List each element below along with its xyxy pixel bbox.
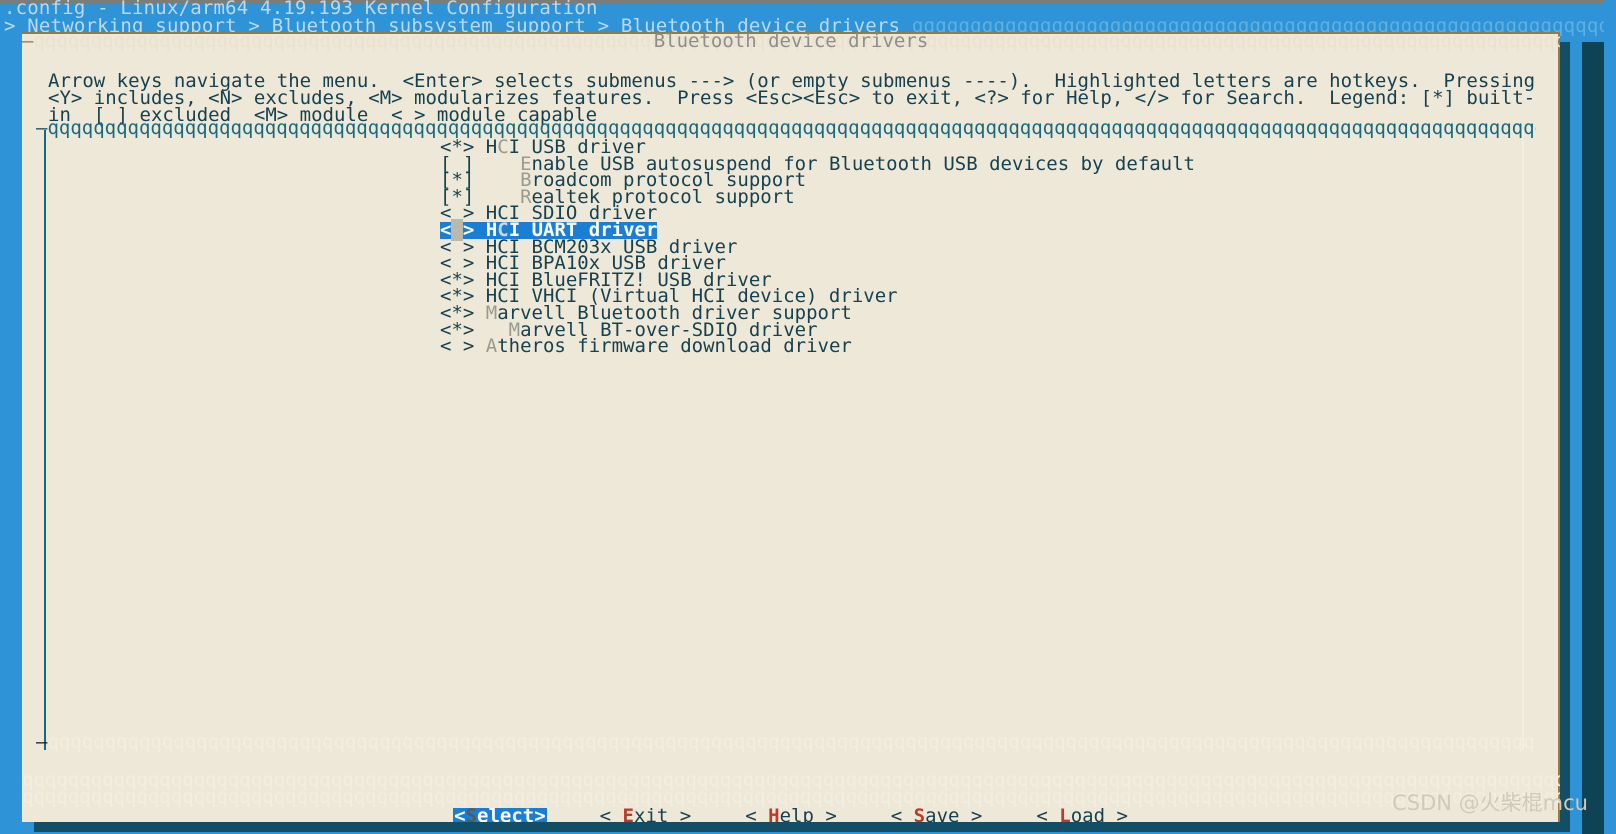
button-hotkey: E [622,805,634,823]
button-hotkey: S [913,805,926,823]
menu-box: —qqqqqqqqqqqqqqqqqqqqqqqqqqqqqqqqqqqqqqq… [36,120,1536,754]
button-close-bracket: > [1105,805,1128,823]
dialog-shadow-right [1582,42,1604,834]
button-close-bracket: > [813,805,837,823]
kernel-menuconfig-screen: .config - Linux/arm64 4.19.193 Kernel Co… [0,0,1616,834]
menu-item-label: theros firmware download driver [497,335,852,358]
button-hotkey: H [768,805,780,823]
help-legend-text: Arrow keys navigate the menu. <Enter> se… [48,70,1547,126]
button-hotkey: S [465,805,477,823]
button-label: ave [925,805,960,823]
button-save[interactable]: < Save > [890,805,984,823]
menu-box-bottom-fill: qqqqqqqqqqqqqqqqqqqqqqqqqqqqqqqqqqqqqqqq… [47,734,1536,753]
button-exit[interactable]: < Exit > [599,805,693,823]
dialog-title: Bluetooth device drivers [653,32,929,52]
button-open-bracket: < [1036,805,1060,823]
button-hotkey: L [1059,805,1071,823]
button-label: xit [634,805,669,823]
dialog-right-rule [1558,32,1560,822]
button-open-bracket: < [745,805,769,823]
menu-box-left-rule [44,130,46,750]
menu-box-top-fill: qqqqqqqqqqqqqqqqqqqqqqqqqqqqqqqqqqqqqqqq… [47,120,1536,139]
button-close-bracket: > [534,805,546,823]
menu-box-top-border: —qqqqqqqqqqqqqqqqqqqqqqqqqqqqqqqqqqqqqqq… [36,120,1536,140]
button-load[interactable]: < Load > [1035,805,1129,823]
button-close-bracket: > [959,805,983,823]
menu-item-state: < > [440,335,486,358]
button-label: elect [477,805,535,823]
button-label: oad [1070,805,1106,823]
button-select[interactable]: <Select> [453,805,547,823]
menu-item-list[interactable]: <*> HCI USB driver[ ] Enable USB autosus… [440,138,1520,358]
menu-box-right-rule [1522,130,1524,750]
button-open-bracket: < [599,805,623,823]
button-label: elp [779,805,814,823]
config-dialog: —qqqqqqqqqqqqqqqqqqqqqqqqqqqqqqqqqqqqqqq… [22,32,1560,822]
button-bar[interactable]: <Select> < Exit > < Help > < Save > < Load > [22,805,1560,823]
right-edge-strip [1604,0,1616,834]
button-open-bracket: < [890,805,914,823]
button-close-bracket: > [668,805,692,823]
menu-box-corner-bl: — [36,734,48,753]
button-open-bracket: < [454,805,466,823]
menu-item[interactable]: < > Atheros firmware download driver [440,335,852,358]
menu-item-hotkey: A [485,335,498,358]
menu-box-bottom-border: —qqqqqqqqqqqqqqqqqqqqqqqqqqqqqqqqqqqqqqq… [36,734,1536,754]
button-help[interactable]: < Help > [744,805,838,823]
